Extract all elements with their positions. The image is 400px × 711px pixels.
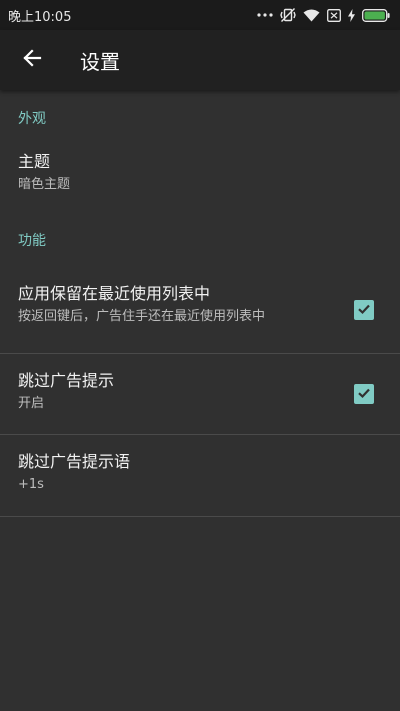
battery-icon xyxy=(362,8,390,22)
pref-theme[interactable]: 主题 暗色主题 xyxy=(0,145,400,212)
back-button[interactable] xyxy=(16,44,48,76)
arrow-back-icon xyxy=(22,48,42,72)
skip-ad-hint-checkbox[interactable] xyxy=(354,384,374,404)
vibrate-off-icon xyxy=(280,7,296,23)
section-header-appearance: 外观 xyxy=(18,111,46,127)
pref-skip-ad-hint-title: 跳过广告提示 xyxy=(18,371,115,390)
status-time: 晚上10:05 xyxy=(8,9,72,25)
keep-in-recents-checkbox[interactable] xyxy=(354,300,374,320)
status-bar: 晚上10:05 xyxy=(0,0,400,30)
more-dots-icon xyxy=(257,12,273,18)
sim-none-icon xyxy=(327,8,341,22)
pref-skip-ad-hint-text-title: 跳过广告提示语 xyxy=(18,452,131,471)
pref-skip-ad-hint-summary: 开启 xyxy=(18,396,45,411)
pref-theme-summary: 暗色主题 xyxy=(18,177,71,192)
check-icon xyxy=(357,385,371,404)
pref-keep-in-recents-title: 应用保留在最近使用列表中 xyxy=(18,284,211,303)
pref-keep-in-recents-summary: 按返回键后，广告住手还在最近使用列表中 xyxy=(18,309,266,324)
app-bar: 设置 xyxy=(0,30,400,90)
pref-theme-title: 主题 xyxy=(18,152,51,171)
charging-icon xyxy=(348,8,355,22)
pref-skip-ad-hint[interactable]: 跳过广告提示 开启 xyxy=(0,354,400,435)
status-icons xyxy=(257,7,390,23)
section-header-features: 功能 xyxy=(18,233,46,249)
page-title: 设置 xyxy=(80,49,120,74)
wifi-icon xyxy=(303,9,320,22)
pref-keep-in-recents[interactable]: 应用保留在最近使用列表中 按返回键后，广告住手还在最近使用列表中 xyxy=(0,267,400,354)
pref-skip-ad-hint-text[interactable]: 跳过广告提示语 +1s xyxy=(0,435,400,517)
settings-list: 外观 主题 暗色主题 功能 应用保留在最近使用列表中 按返回键后，广告住手还在最… xyxy=(0,90,400,517)
check-icon xyxy=(357,301,371,320)
pref-skip-ad-hint-text-summary: +1s xyxy=(18,477,44,492)
settings-screen: 晚上10:05 设置 外观 主题 暗色主题 功能 应用保留在最近使用列表中 按返… xyxy=(0,0,400,711)
